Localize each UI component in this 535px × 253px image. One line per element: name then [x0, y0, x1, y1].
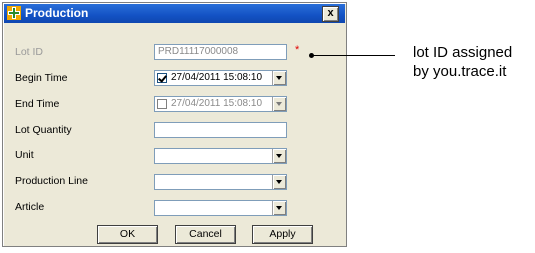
begin-time-value: 27/04/2011 15:08:10: [171, 72, 263, 83]
end-time-value: 27/04/2011 15:08:10: [171, 98, 263, 109]
close-icon: x: [327, 7, 334, 19]
lot-id-value: PRD11117000008: [158, 46, 239, 57]
begin-time-checkbox[interactable]: [157, 73, 167, 83]
article-select[interactable]: [154, 200, 287, 216]
window-title: Production: [25, 6, 89, 20]
lot-quantity-label: Lot Quantity: [15, 124, 72, 136]
article-label: Article: [15, 201, 45, 213]
end-time-label: End Time: [15, 98, 60, 110]
begin-time-label: Begin Time: [15, 72, 68, 84]
production-line-dropdown-button[interactable]: [272, 175, 286, 189]
unit-select[interactable]: [154, 148, 287, 164]
lot-quantity-input[interactable]: [154, 122, 287, 138]
app-icon: [7, 6, 21, 20]
title-bar[interactable]: Production x: [4, 4, 345, 23]
annotation-line-2: by you.trace.it: [413, 63, 507, 80]
article-dropdown-button[interactable]: [272, 201, 286, 215]
lot-id-label: Lot ID: [15, 46, 44, 58]
begin-time-dropdown-button[interactable]: [272, 71, 286, 85]
unit-label: Unit: [15, 149, 34, 161]
ok-button[interactable]: OK: [97, 225, 158, 244]
required-mark: *: [295, 44, 300, 56]
cancel-button[interactable]: Cancel: [175, 225, 236, 244]
apply-button[interactable]: Apply: [252, 225, 313, 244]
begin-time-picker[interactable]: 27/04/2011 15:08:10: [154, 70, 287, 86]
end-time-dropdown-button[interactable]: [272, 97, 286, 111]
close-button[interactable]: x: [322, 6, 339, 22]
annotation-line-1: lot ID assigned: [413, 44, 513, 61]
unit-dropdown-button[interactable]: [272, 149, 286, 163]
lot-id-field: PRD11117000008: [154, 44, 287, 60]
end-time-checkbox[interactable]: [157, 99, 167, 109]
end-time-picker[interactable]: 27/04/2011 15:08:10: [154, 96, 287, 112]
annotation-text: lot ID assigned by you.trace.it: [413, 43, 535, 81]
production-dialog: Production x Lot ID PRD11117000008 * Beg…: [2, 2, 347, 247]
production-line-label: Production Line: [15, 175, 88, 187]
production-line-select[interactable]: [154, 174, 287, 190]
callout-line: [311, 55, 395, 56]
